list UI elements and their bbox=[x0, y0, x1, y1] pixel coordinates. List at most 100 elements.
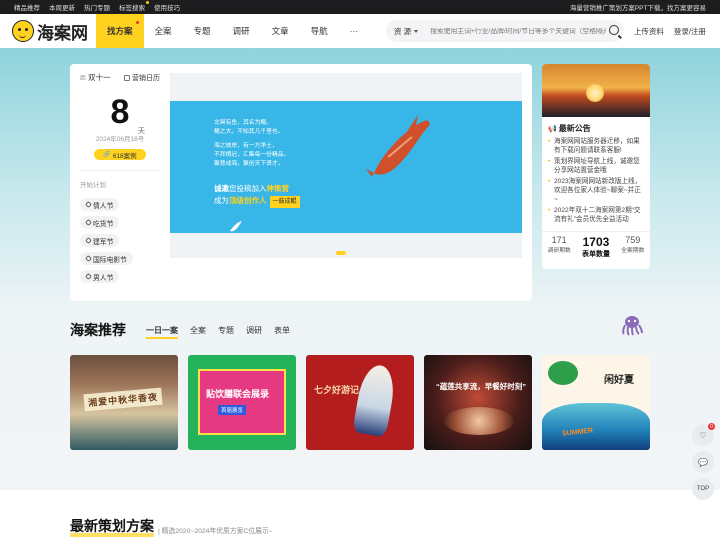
days-unit: 天 bbox=[138, 128, 145, 135]
plan-tag-label: 情人节 bbox=[93, 202, 114, 210]
event-date: 2024年06月18号 bbox=[95, 136, 145, 143]
tab-research[interactable]: 调研 bbox=[246, 325, 262, 339]
top-link-tips[interactable]: 使用技巧 bbox=[154, 2, 180, 12]
chat-icon: 💬 bbox=[698, 457, 708, 467]
favorites-float-button[interactable]: ♡ 0 bbox=[692, 423, 715, 446]
case-thumbnail[interactable]: 闲好夏 SUMMER bbox=[542, 355, 650, 450]
nav-item-full-case[interactable]: 全案 bbox=[144, 14, 183, 48]
thumbnail-title: 闲好夏 bbox=[604, 375, 634, 386]
top-links: 精品推荐 本周更新 热门专题 标签搜索 使用技巧 bbox=[14, 1, 180, 12]
hero-banner[interactable]: 北冥有鱼，其名为鲲。 鲲之大，不知其几千里也。 海之彼岸，有一方净土， 不拜栖迟… bbox=[170, 73, 522, 258]
calendar-link-label: 营销日历 bbox=[132, 74, 160, 82]
plan-tag[interactable]: 国际电影节 bbox=[80, 252, 133, 265]
cases-button[interactable]: 🔗 618案例 bbox=[94, 149, 146, 160]
top-bar: 精品推荐 本周更新 热门专题 标签搜索 使用技巧 海量营销推广策划方案PPT下载… bbox=[0, 0, 720, 14]
logo-text: 海案网 bbox=[37, 23, 88, 43]
plan-tags: 情人节 吃货节 建军节 国际电影节 男人节 bbox=[80, 193, 160, 283]
palm-icon bbox=[548, 361, 578, 385]
case-thumbnail[interactable]: “蕴莲共享流，早餐好时刻” bbox=[424, 355, 532, 450]
nav-item-directory[interactable]: 导航 bbox=[300, 14, 339, 48]
link-icon: 🔗 bbox=[103, 152, 111, 158]
cake-illustration bbox=[444, 407, 514, 435]
section-recommend-header: 海案推荐 bbox=[70, 320, 126, 340]
plan-tag-label: 男人节 bbox=[93, 274, 114, 282]
plan-tag[interactable]: 吃货节 bbox=[80, 216, 120, 229]
back-to-top-label: TOP bbox=[696, 486, 710, 492]
plan-tag[interactable]: 建军节 bbox=[80, 234, 120, 247]
search-input[interactable] bbox=[430, 27, 607, 35]
logo-mascot-icon bbox=[12, 20, 34, 42]
notice-item[interactable]: 海案网网站服务器迁移，如果有下载问题请联系客服! bbox=[548, 137, 644, 155]
link-icon bbox=[84, 236, 93, 245]
crane-illustration bbox=[352, 362, 398, 438]
top-link-tag-search[interactable]: 标签搜索 bbox=[119, 1, 149, 12]
upload-link[interactable]: 上传资料 bbox=[634, 26, 664, 37]
stat-label: 全案期数 bbox=[621, 248, 645, 254]
banner-poem: 北冥有鱼，其名为鲲。 鲲之大，不知其几千里也。 海之彼岸，有一方净土， 不拜栖迟… bbox=[214, 119, 289, 169]
login-link[interactable]: 登录/注册 bbox=[674, 26, 706, 37]
top-link-weekly[interactable]: 本周更新 bbox=[49, 2, 75, 12]
notice-card: 📢 最新公告 海案网网站服务器迁移，如果有下载问题请联系客服! 策划界网址导航上… bbox=[542, 64, 650, 269]
thumbnail-chip: 首届展览 bbox=[218, 405, 247, 415]
whale-illustration-icon bbox=[366, 115, 430, 177]
section-tabs: 一日一案 全案 专题 调研 表单 bbox=[146, 325, 290, 339]
calendar-icon bbox=[124, 74, 130, 81]
back-to-top-button[interactable]: TOP bbox=[692, 478, 714, 500]
notice-item[interactable]: 策划界网址导航上线，诚邀您分享网站置营金哦 bbox=[548, 157, 644, 175]
poem-line: 鲲之大，不知其几千里也。 bbox=[214, 129, 284, 135]
case-thumbnail[interactable]: 七夕好游记 bbox=[306, 355, 414, 450]
top-link-featured[interactable]: 精品推荐 bbox=[14, 2, 40, 12]
nav-item-research[interactable]: 调研 bbox=[222, 14, 261, 48]
wave-illustration bbox=[542, 403, 650, 450]
tab-forms[interactable]: 表单 bbox=[274, 325, 290, 339]
favorites-badge: 0 bbox=[708, 423, 715, 430]
main-nav: 海案网 找方案 全案 专题 调研 文章 导航 ··· 资 源 上传资料 登录/注… bbox=[0, 14, 720, 48]
plan-tag-label: 建军节 bbox=[93, 238, 114, 246]
banner-bottom-strip bbox=[170, 233, 522, 258]
cta-button[interactable]: 一鼓成鲲 bbox=[269, 196, 300, 208]
notice-panel: 📢 最新公告 海案网网站服务器迁移，如果有下载问题请联系客服! 策划界网址导航上… bbox=[542, 117, 650, 224]
stat-number: 759 bbox=[625, 235, 641, 245]
case-thumbnail[interactable]: 贴饮膳联会展录 首届展览 bbox=[188, 355, 296, 450]
tab-daily[interactable]: 一日一案 bbox=[146, 325, 178, 339]
thumbnail-title: “蕴莲共享流，早餐好时刻” bbox=[436, 382, 526, 391]
tab-topics[interactable]: 专题 bbox=[218, 325, 234, 339]
megaphone-icon: 📢 bbox=[548, 125, 557, 133]
search-type-label: 资 源 bbox=[394, 26, 412, 36]
top-link-topics[interactable]: 热门专题 bbox=[84, 2, 110, 12]
top-promo-text[interactable]: 海量营销推广策划方案PPT下载，找方案更容易 bbox=[570, 2, 706, 12]
case-thumbnail[interactable]: 湘爱中秋华香夜 bbox=[70, 355, 178, 450]
notice-list: 海案网网站服务器迁移，如果有下载问题请联系客服! 策划界网址导航上线，诚邀您分享… bbox=[548, 137, 644, 224]
banner-cta: 诚邀您投稿加入神策营 成为顶级创作人 一鼓成鲲 bbox=[214, 183, 300, 208]
recommend-thumbnails: 湘爱中秋华香夜 贴饮膳联会展录 首届展览 七夕好游记 “蕴莲共享流，早餐好时刻”… bbox=[70, 355, 650, 450]
notice-title: 最新公告 bbox=[558, 124, 591, 133]
link-icon bbox=[84, 218, 93, 227]
plan-tag[interactable]: 情人节 bbox=[80, 198, 120, 211]
thumbnail-panel bbox=[198, 369, 286, 435]
poem-line: 海之彼岸，有一方净土， bbox=[214, 143, 278, 149]
heart-icon: ♡ bbox=[699, 430, 707, 440]
nav-item-find[interactable]: 找方案 bbox=[96, 14, 144, 48]
nav-item-more[interactable]: ··· bbox=[339, 14, 370, 48]
stat-label: 表单数量 bbox=[581, 251, 610, 258]
calendar-link[interactable]: 营销日历 bbox=[124, 72, 160, 83]
nav-item-topics[interactable]: 专题 bbox=[183, 14, 222, 48]
event-name: 双十一 bbox=[88, 73, 111, 82]
carousel-indicator[interactable] bbox=[336, 251, 346, 255]
poem-line: 聚慧成海，聚创天下贤才。 bbox=[214, 161, 284, 167]
nav-item-articles[interactable]: 文章 bbox=[261, 14, 300, 48]
chat-float-button[interactable]: 💬 bbox=[692, 451, 714, 473]
cta-pre2: 成为 bbox=[214, 196, 229, 205]
notice-item[interactable]: 2022年双十二海案网第2期“交流有礼”会员优先全益活动 bbox=[548, 206, 644, 224]
plan-tag-label: 吃货节 bbox=[93, 220, 114, 228]
search-icon[interactable] bbox=[609, 25, 619, 35]
notice-item[interactable]: 2023海案网网站新改版上线，欢迎各位家人体验~聊案~并正~ bbox=[548, 177, 644, 204]
site-logo[interactable]: 海案网 bbox=[12, 19, 96, 44]
tab-full-case[interactable]: 全案 bbox=[190, 325, 206, 339]
cta-highlight-2: 顶级创作人 bbox=[229, 196, 267, 205]
search-type-select[interactable]: 资 源 bbox=[394, 26, 419, 37]
plan-tag[interactable]: 男人节 bbox=[80, 270, 120, 283]
marketing-calendar: 距 双十一 营销日历 8 天 2024年06月18号 🔗 618案例 开始计划 … bbox=[80, 72, 160, 283]
divider bbox=[80, 170, 160, 171]
cta-mid: 您投稿加入 bbox=[229, 184, 267, 193]
